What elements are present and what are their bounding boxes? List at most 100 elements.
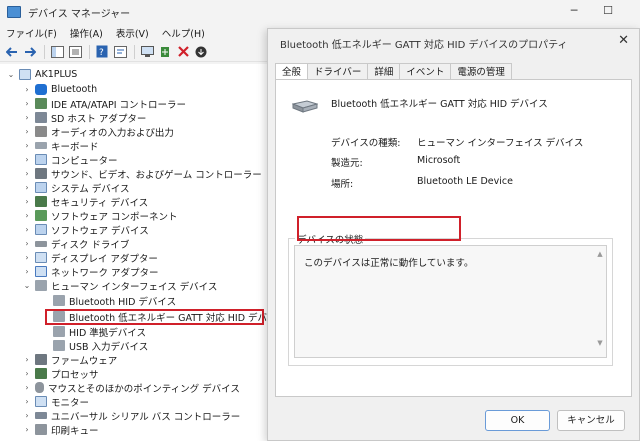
tab-events[interactable]: イベント [399, 63, 452, 80]
dialog-title: Bluetooth 低エネルギー GATT 対応 HID デバイスのプロパティ [280, 40, 568, 51]
scan-hardware-icon[interactable] [139, 44, 155, 60]
tree-item-software-device[interactable]: › ソフトウェア デバイス [22, 222, 149, 237]
ok-button[interactable]: OK [485, 410, 550, 431]
cancel-button[interactable]: キャンセル [557, 410, 625, 431]
manufacturer-label: 製造元: [331, 158, 363, 169]
tree-item-label: プロセッサ [51, 369, 99, 381]
tab-driver[interactable]: ドライバー [307, 63, 369, 80]
speaker-icon [35, 126, 47, 137]
back-arrow-icon[interactable] [4, 44, 20, 60]
chevron-right-icon[interactable]: › [22, 369, 32, 378]
hid-device-icon [53, 340, 65, 351]
tree-item-processor[interactable]: › プロセッサ [22, 366, 99, 381]
chevron-right-icon[interactable]: › [22, 411, 32, 420]
chevron-right-icon[interactable]: › [22, 155, 32, 164]
scroll-up-icon[interactable]: ▲ [596, 250, 604, 258]
chevron-right-icon[interactable]: › [22, 253, 32, 262]
tree-item-usb-input[interactable]: USB 入力デバイス [50, 338, 148, 353]
tree-item-mouse[interactable]: › マウスとそのほかのポインティング デバイス [22, 380, 240, 395]
chevron-right-icon[interactable]: › [22, 85, 32, 94]
show-hide-tree-icon[interactable] [49, 44, 65, 60]
chevron-right-icon[interactable]: › [22, 397, 32, 406]
chevron-right-icon[interactable]: › [22, 99, 32, 108]
tree-item-display-adapter[interactable]: › ディスプレイ アダプター [22, 250, 158, 265]
tree-item-security[interactable]: › セキュリティ デバイス [22, 194, 148, 209]
chevron-down-icon[interactable]: ⌄ [6, 70, 16, 79]
tree-item-computer[interactable]: › コンピューター [22, 152, 118, 167]
chevron-down-icon[interactable]: ⌄ [22, 281, 32, 290]
sd-card-icon [35, 112, 47, 123]
forward-arrow-icon[interactable] [22, 44, 38, 60]
tree-item-label: キーボード [51, 141, 99, 153]
hid-device-icon [53, 326, 65, 337]
tree-item-hid-compliant[interactable]: HID 準拠デバイス [50, 324, 146, 339]
download-driver-icon[interactable] [193, 44, 209, 60]
chevron-right-icon[interactable]: › [22, 425, 32, 434]
chevron-right-icon[interactable]: › [22, 141, 32, 150]
properties-icon[interactable] [112, 44, 128, 60]
tree-item-usb-controller[interactable]: › ユニバーサル シリアル バス コントローラー [22, 408, 240, 423]
tree-item-print-queue[interactable]: › 印刷キュー [22, 422, 99, 437]
status-highlight-box [297, 216, 461, 241]
tree-root[interactable]: ⌄ AK1PLUS [6, 67, 77, 82]
tree-item-network-adapter[interactable]: › ネットワーク アダプター [22, 264, 159, 279]
tree-item-bluetooth[interactable]: › Bluetooth [22, 82, 97, 97]
tree-item-hid[interactable]: ⌄ ヒューマン インターフェイス デバイス [22, 278, 217, 293]
tree-item-label: SD ホスト アダプター [51, 113, 147, 125]
chevron-right-icon[interactable]: › [22, 211, 32, 220]
title-bar: デバイス マネージャー ─ ☐ [0, 0, 640, 24]
device-status-group: デバイスの状態 このデバイスは正常に動作しています。 ▲ ▼ [288, 232, 613, 366]
tree-item-label: システム デバイス [51, 183, 130, 195]
device-status-textbox[interactable]: このデバイスは正常に動作しています。 ▲ ▼ [294, 245, 607, 358]
tree-item-keyboard[interactable]: › キーボード [22, 138, 99, 153]
chevron-right-icon[interactable]: › [22, 169, 32, 178]
list-view-icon[interactable] [67, 44, 83, 60]
minimize-button[interactable]: ─ [566, 4, 582, 18]
chevron-right-icon[interactable]: › [22, 225, 32, 234]
processor-icon [35, 368, 47, 379]
maximize-button[interactable]: ☐ [600, 4, 616, 18]
scroll-down-icon[interactable]: ▼ [596, 339, 604, 347]
location-value: Bluetooth LE Device [417, 176, 513, 187]
close-icon[interactable]: ✕ [618, 33, 629, 48]
update-driver-icon[interactable] [157, 44, 173, 60]
chevron-right-icon[interactable]: › [22, 383, 32, 392]
tree-item-monitor[interactable]: › モニター [22, 394, 89, 409]
tree-item-label: ソフトウェア コンポーネント [51, 211, 178, 223]
tree-item-sound-video[interactable]: › サウンド、ビデオ、およびゲーム コントローラー [22, 166, 262, 181]
chevron-right-icon[interactable]: › [22, 355, 32, 364]
chevron-right-icon[interactable]: › [22, 113, 32, 122]
help-icon[interactable]: ? [94, 44, 110, 60]
status-scrollbar[interactable]: ▲ ▼ [596, 250, 604, 353]
tree-item-disk-drive[interactable]: › ディスク ドライブ [22, 236, 129, 251]
system-device-icon [35, 182, 47, 193]
tree-item-label: Bluetooth [51, 84, 98, 95]
tree-item-audio-io[interactable]: › オーディオの入力および出力 [22, 124, 174, 139]
hid-device-icon [291, 100, 319, 114]
tree-item-software-component[interactable]: › ソフトウェア コンポーネント [22, 208, 178, 223]
monitor-icon [35, 154, 47, 165]
chevron-right-icon[interactable]: › [22, 197, 32, 206]
tree-item-ide[interactable]: › IDE ATA/ATAPI コントローラー [22, 96, 186, 111]
network-adapter-icon [35, 266, 47, 277]
chevron-right-icon[interactable]: › [22, 183, 32, 192]
menu-file[interactable]: ファイル(F) [6, 26, 57, 40]
chevron-right-icon[interactable]: › [22, 267, 32, 276]
tab-details[interactable]: 詳細 [367, 63, 401, 80]
menu-help[interactable]: ヘルプ(H) [162, 26, 205, 40]
tree-item-label: ユニバーサル シリアル バス コントローラー [51, 411, 241, 423]
menu-view[interactable]: 表示(V) [116, 26, 149, 40]
menu-action[interactable]: 操作(A) [70, 26, 103, 40]
tree-item-label: コンピューター [51, 155, 118, 167]
svg-text:?: ? [99, 48, 104, 58]
uninstall-icon[interactable] [175, 44, 191, 60]
chevron-right-icon[interactable]: › [22, 127, 32, 136]
tree-item-label: マウスとそのほかのポインティング デバイス [48, 383, 240, 395]
tree-item-bt-hid[interactable]: Bluetooth HID デバイス [50, 293, 176, 308]
chevron-right-icon[interactable]: › [22, 239, 32, 248]
tree-item-firmware[interactable]: › ファームウェア [22, 352, 117, 367]
tree-item-system[interactable]: › システム デバイス [22, 180, 129, 195]
tab-power-management[interactable]: 電源の管理 [450, 63, 512, 80]
toolbar-separator [134, 44, 135, 59]
tree-item-sd-host[interactable]: › SD ホスト アダプター [22, 110, 146, 125]
